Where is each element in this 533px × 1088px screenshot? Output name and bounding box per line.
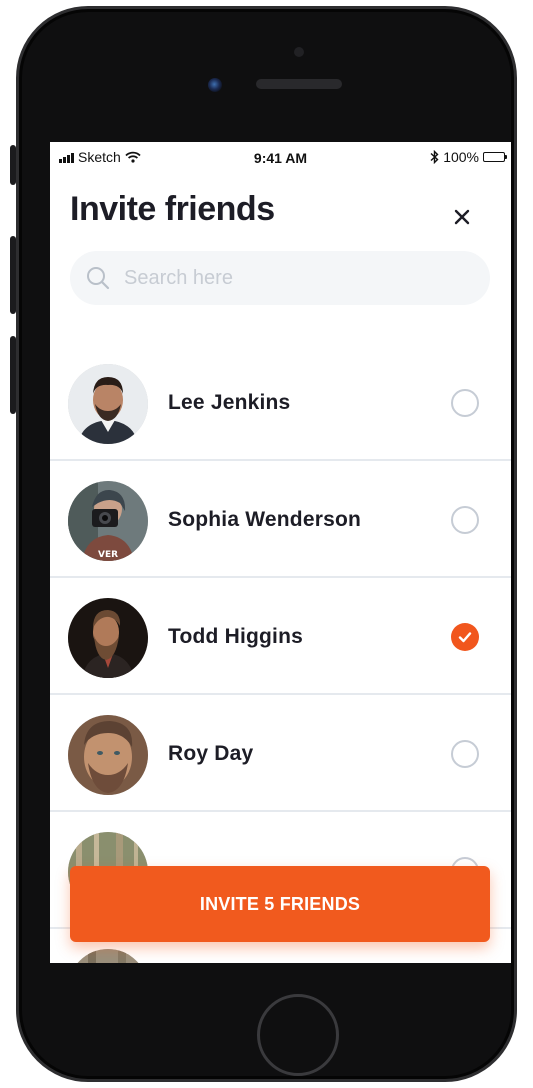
select-checkbox-checked[interactable] [451, 623, 479, 651]
proximity-sensor [294, 47, 304, 57]
svg-text:VER: VER [98, 550, 118, 560]
friend-name: Todd Higgins [168, 625, 303, 648]
status-right: 100% [430, 149, 507, 165]
close-button[interactable] [447, 202, 477, 232]
search-input[interactable] [122, 265, 426, 291]
bluetooth-icon [430, 150, 439, 164]
status-bar: Sketch 9:41 AM 100% [50, 142, 511, 172]
avatar [68, 364, 148, 444]
battery-percent: 100% [443, 149, 479, 165]
home-button[interactable] [257, 994, 339, 1076]
app-screen: Sketch 9:41 AM 100% Invite friends Searc… [50, 142, 511, 963]
earpiece-speaker [256, 79, 342, 89]
checkmark-icon [458, 632, 472, 643]
friend-row[interactable]: VER Sophia Wenderson [50, 461, 511, 578]
friend-row[interactable]: Lee Jenkins [50, 344, 511, 461]
volume-down-button [10, 336, 16, 414]
avatar [68, 949, 148, 963]
friend-name: Sophia Wenderson [168, 508, 361, 531]
battery-icon [483, 152, 507, 162]
friend-row[interactable]: Roy Day [50, 695, 511, 812]
volume-up-button [10, 236, 16, 314]
select-checkbox[interactable] [451, 740, 479, 768]
friend-name: Roy Day [168, 742, 254, 765]
avatar [68, 598, 148, 678]
page-title: Invite friends [70, 190, 275, 228]
select-checkbox[interactable] [451, 389, 479, 417]
search-bar[interactable] [70, 251, 490, 305]
friend-name: Lee Jenkins [168, 391, 291, 414]
friend-row[interactable]: Todd Higgins [50, 578, 511, 695]
select-checkbox[interactable] [451, 506, 479, 534]
front-camera [208, 78, 222, 92]
avatar [68, 715, 148, 795]
invite-friends-button[interactable]: INVITE 5 FRIENDS [70, 866, 490, 942]
search-icon [87, 267, 110, 290]
mute-switch [10, 145, 16, 185]
avatar: VER [68, 481, 148, 561]
close-icon [454, 209, 470, 225]
